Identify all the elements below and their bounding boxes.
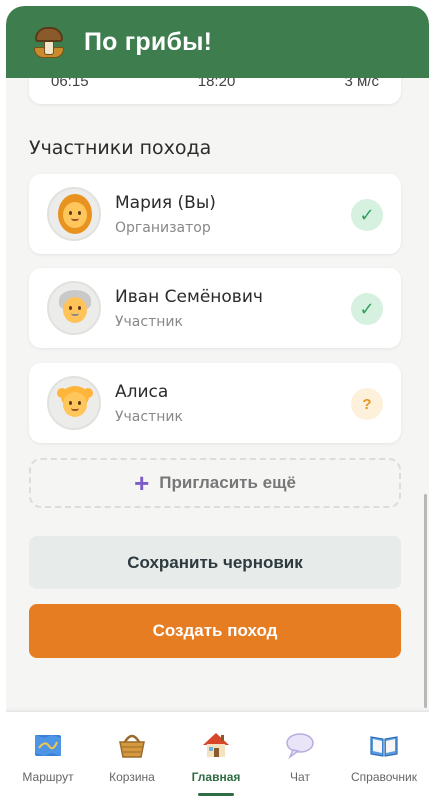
member-card[interactable]: Алиса Участник ? xyxy=(29,363,401,443)
invite-more-button[interactable]: + Пригласить ещё xyxy=(29,458,401,508)
member-role: Участник xyxy=(115,409,183,425)
save-draft-button[interactable]: Сохранить черновик xyxy=(29,536,401,589)
member-name: Мария (Вы) xyxy=(115,193,216,213)
member-card[interactable]: Мария (Вы) Организатор ✓ xyxy=(29,174,401,254)
old-man-avatar-icon xyxy=(47,281,101,335)
participants-section-title: Участники похода xyxy=(29,137,212,159)
tab-label: Справочник xyxy=(351,770,417,784)
bottom-tab-bar: Маршрут Корзина Главная Чат Справочник xyxy=(6,711,429,803)
woman-avatar-icon xyxy=(47,187,101,241)
tab-home[interactable]: Главная xyxy=(174,712,258,798)
app-header: По грибы! xyxy=(6,6,429,78)
confirmed-check-icon: ✓ xyxy=(351,293,383,325)
member-role: Организатор xyxy=(115,220,211,236)
confirmed-check-icon: ✓ xyxy=(351,199,383,231)
active-tab-indicator xyxy=(198,793,234,796)
home-icon xyxy=(201,730,231,760)
tab-chat[interactable]: Чат xyxy=(258,712,342,798)
member-card[interactable]: Иван Семёнович Участник ✓ xyxy=(29,268,401,348)
book-icon xyxy=(369,730,399,760)
app-title: По грибы! xyxy=(84,27,213,56)
member-name: Иван Семёнович xyxy=(115,287,263,307)
member-role: Участник xyxy=(115,314,183,330)
tab-label: Корзина xyxy=(109,770,155,784)
tab-basket[interactable]: Корзина xyxy=(90,712,174,798)
plus-icon: + xyxy=(134,468,150,498)
scrollbar[interactable] xyxy=(424,494,427,708)
girl-avatar-icon xyxy=(47,376,101,430)
map-icon xyxy=(33,730,63,760)
basket-icon xyxy=(117,730,147,760)
content-scroll-area[interactable]: 06:15 18:20 3 м/с Участники похода Мария… xyxy=(6,6,429,711)
tab-label: Чат xyxy=(290,770,310,784)
mushroom-basket-icon xyxy=(32,25,66,59)
member-name: Алиса xyxy=(115,382,169,402)
tab-reference[interactable]: Справочник xyxy=(342,712,426,798)
tab-route[interactable]: Маршрут xyxy=(6,712,90,798)
app-screen: 06:15 18:20 3 м/с Участники похода Мария… xyxy=(6,6,429,803)
pending-question-icon: ? xyxy=(351,388,383,420)
chat-icon xyxy=(285,730,315,760)
tab-label: Главная xyxy=(191,770,241,784)
create-trip-button[interactable]: Создать поход xyxy=(29,604,401,658)
invite-more-label: Пригласить ещё xyxy=(159,473,296,492)
tab-label: Маршрут xyxy=(22,770,74,784)
